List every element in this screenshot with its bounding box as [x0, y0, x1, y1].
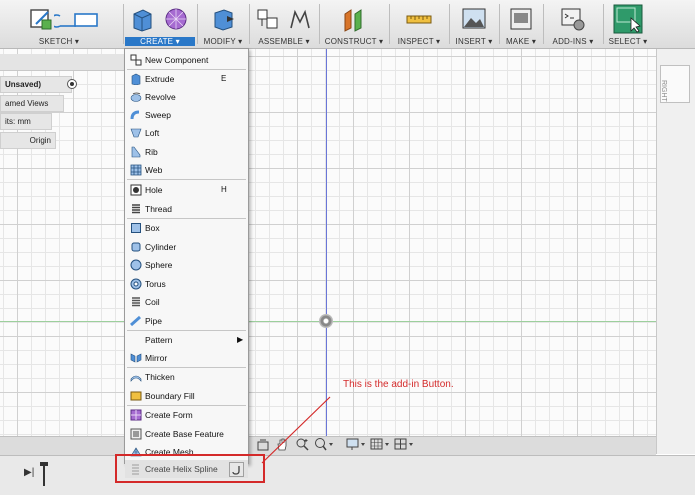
annotation-text: This is the add-in Button. — [343, 379, 454, 390]
annotation-highlight-box — [115, 454, 265, 483]
annotation-pointer-line — [261, 396, 331, 464]
